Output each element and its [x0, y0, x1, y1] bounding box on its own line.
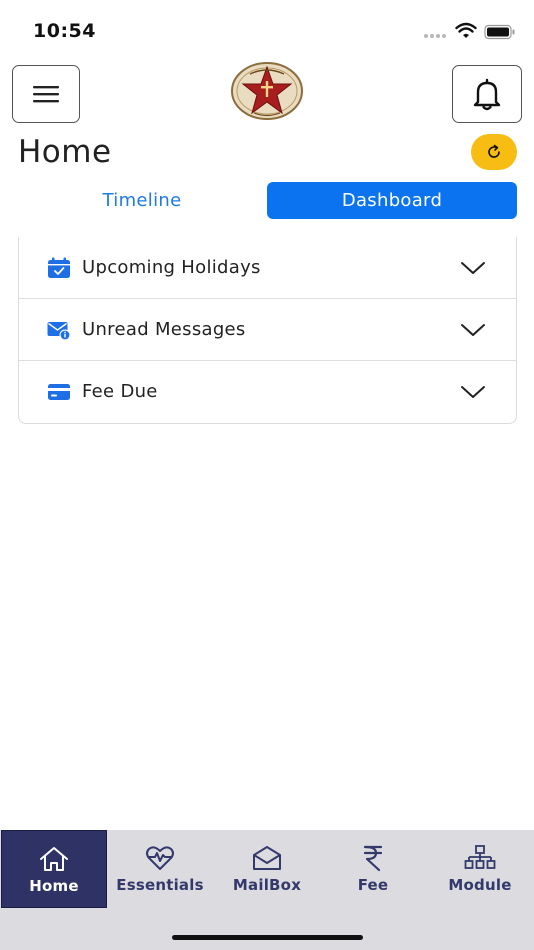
- bottom-navigation: Home Essentials MailBox Fee Module: [0, 830, 534, 950]
- wifi-icon: [455, 22, 477, 38]
- school-logo: [231, 62, 303, 120]
- sitemap-icon: [464, 845, 496, 869]
- nav-home[interactable]: Home: [1, 830, 107, 908]
- accordion-label: Fee Due: [82, 381, 158, 402]
- signal-icon: [424, 34, 450, 39]
- tab-dashboard[interactable]: Dashboard: [267, 182, 517, 219]
- calendar-check-icon: [48, 257, 70, 278]
- tab-timeline-label: Timeline: [102, 190, 182, 211]
- nav-essentials[interactable]: Essentials: [107, 830, 213, 908]
- home-indicator: [172, 935, 363, 940]
- accordion-label: Upcoming Holidays: [82, 257, 261, 278]
- nav-mailbox[interactable]: MailBox: [214, 830, 320, 908]
- status-bar: 10:54: [0, 0, 534, 60]
- credit-card-icon: [48, 384, 70, 400]
- accordion-label: Unread Messages: [82, 319, 246, 340]
- status-time: 10:54: [33, 20, 96, 42]
- nav-label: Module: [448, 876, 512, 894]
- chevron-down-icon: [461, 386, 485, 398]
- envelope-icon: [253, 846, 281, 870]
- page-title: Home: [18, 134, 112, 170]
- accordion-fee-due[interactable]: Fee Due: [19, 361, 516, 423]
- refresh-button[interactable]: [471, 134, 517, 170]
- bell-icon: [473, 78, 501, 111]
- mail-info-icon: [47, 322, 71, 341]
- refresh-icon: [488, 144, 500, 158]
- home-icon: [40, 847, 68, 871]
- tab-timeline[interactable]: Timeline: [18, 182, 266, 219]
- tab-dashboard-label: Dashboard: [341, 190, 443, 211]
- nav-label: Essentials: [116, 876, 204, 894]
- battery-icon: [484, 24, 515, 40]
- chevron-down-icon: [461, 262, 485, 274]
- rupee-icon: [363, 845, 383, 872]
- nav-label: MailBox: [232, 876, 302, 894]
- accordion-upcoming-holidays[interactable]: Upcoming Holidays: [19, 237, 516, 299]
- chevron-down-icon: [461, 324, 485, 336]
- nav-label: Home: [29, 877, 79, 895]
- nav-label: Fee: [357, 876, 389, 894]
- hamburger-icon: [33, 86, 59, 103]
- notifications-button[interactable]: [452, 65, 522, 123]
- nav-fee[interactable]: Fee: [320, 830, 426, 908]
- nav-module[interactable]: Module: [427, 830, 533, 908]
- accordion-unread-messages[interactable]: Unread Messages: [19, 299, 516, 361]
- dashboard-accordion: Upcoming Holidays Unread Messages Fee Du…: [18, 237, 517, 424]
- menu-button[interactable]: [12, 65, 80, 123]
- heart-pulse-icon: [146, 846, 174, 870]
